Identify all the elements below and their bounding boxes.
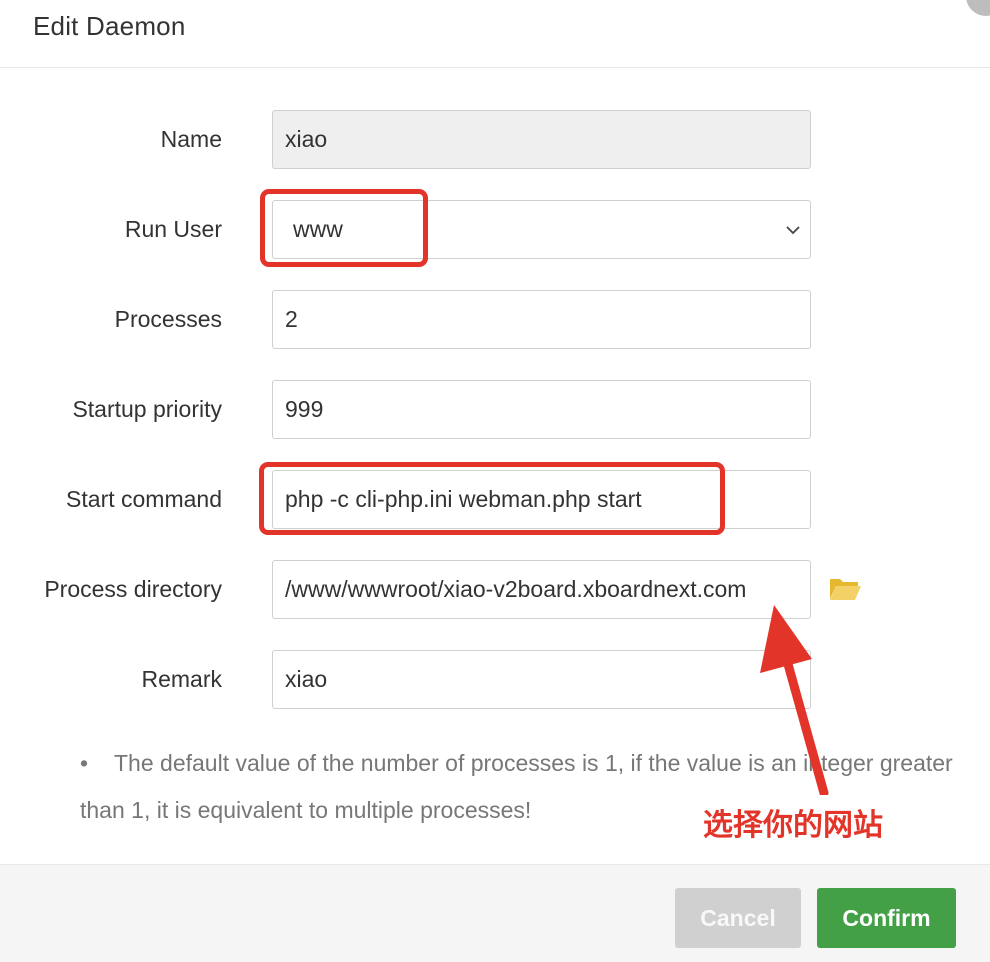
start-command-label: Start command	[66, 486, 222, 512]
dialog-footer: Cancel Confirm	[0, 864, 990, 962]
run-user-row: Run User www	[0, 200, 990, 260]
processes-row: Processes 2	[0, 290, 990, 350]
folder-open-icon[interactable]	[828, 575, 862, 603]
dialog-header: Edit Daemon	[0, 0, 990, 68]
remark-row: Remark xiao	[0, 650, 990, 710]
confirm-button[interactable]: Confirm	[817, 888, 956, 948]
start-command-row: Start command php -c cli-php.ini webman.…	[0, 470, 990, 530]
startup-priority-input[interactable]: 999	[272, 380, 811, 439]
process-directory-input[interactable]: /www/wwwroot/xiao-v2board.xboardnext.com	[272, 560, 811, 619]
startup-priority-label: Startup priority	[72, 396, 222, 422]
run-user-value: www	[293, 216, 343, 242]
process-directory-row: Process directory /www/wwwroot/xiao-v2bo…	[0, 560, 990, 620]
remark-input[interactable]: xiao	[272, 650, 811, 709]
cancel-button[interactable]: Cancel	[675, 888, 801, 948]
name-label: Name	[160, 126, 222, 152]
startup-priority-row: Startup priority 999	[0, 380, 990, 440]
close-button[interactable]	[964, 0, 990, 18]
processes-label: Processes	[114, 306, 222, 332]
dialog-title: Edit Daemon	[33, 11, 186, 41]
processes-input[interactable]: 2	[272, 290, 811, 349]
name-row: Name xiao	[0, 110, 990, 170]
process-directory-label: Process directory	[44, 576, 222, 602]
name-input[interactable]: xiao	[272, 110, 811, 169]
start-command-input[interactable]: php -c cli-php.ini webman.php start	[272, 470, 811, 529]
remark-label: Remark	[141, 666, 222, 692]
run-user-select[interactable]: www	[272, 200, 811, 259]
run-user-label: Run User	[124, 216, 222, 242]
chevron-down-icon	[786, 226, 800, 235]
note-bullet: •	[80, 750, 89, 776]
annotation-text: 选择你的网站	[703, 808, 883, 843]
annotation-arrow	[760, 605, 829, 795]
edit-daemon-dialog: Edit Daemon Name xiao Run User www Proce…	[0, 0, 990, 962]
